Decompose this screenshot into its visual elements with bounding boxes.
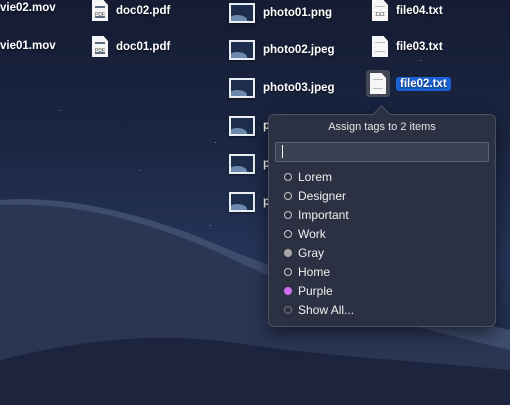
file-label: file03.txt (396, 40, 443, 53)
tag-item-important[interactable]: Important (269, 205, 495, 224)
file-label: vie02.mov (0, 2, 56, 14)
file-photo02[interactable]: photo02.jpeg (229, 40, 335, 60)
file-label: doc01.pdf (116, 40, 171, 53)
tag-color-dot-icon (284, 248, 292, 257)
file-label: photo01.png (263, 7, 332, 19)
file-label: vie01.mov (0, 40, 56, 52)
tag-label: Purple (298, 283, 333, 298)
show-all-label: Show All... (298, 302, 355, 317)
file-photo06[interactable]: p (229, 192, 270, 212)
tag-list: Lorem Designer Important Work Gray Home … (269, 167, 495, 319)
image-thumbnail-icon (229, 116, 255, 136)
tags-popover: Assign tags to 2 items Lorem Designer Im… (268, 114, 496, 327)
image-thumbnail-icon (229, 3, 255, 23)
tag-input[interactable] (282, 145, 484, 159)
file-photo01[interactable]: photo01.png (229, 3, 332, 23)
tag-label: Designer (298, 188, 347, 203)
tag-item-work[interactable]: Work (269, 224, 495, 243)
tag-circle-icon (284, 229, 292, 238)
tag-label: Home (298, 264, 331, 279)
text-caret (282, 145, 283, 158)
tag-label: Work (298, 226, 326, 241)
tag-circle-icon (284, 210, 292, 219)
tag-circle-icon (284, 172, 292, 181)
tag-label: Important (298, 207, 349, 222)
file-label-selected: file02.txt (396, 76, 451, 91)
file-movie01[interactable]: vie01.mov (0, 40, 56, 52)
tag-item-gray[interactable]: Gray (269, 243, 495, 262)
image-thumbnail-icon (229, 154, 255, 174)
tag-label: Lorem (298, 169, 333, 184)
tag-circle-icon (284, 267, 292, 276)
tag-item-lorem[interactable]: Lorem (269, 167, 495, 186)
pdf-file-icon: PDF (92, 36, 108, 57)
file-label: photo02.jpeg (263, 44, 335, 56)
file-file03[interactable]: file03.txt (372, 36, 443, 57)
tag-label: Gray (298, 245, 325, 260)
file-label: doc02.pdf (116, 4, 171, 17)
file-doc02[interactable]: PDF doc02.pdf (92, 0, 170, 21)
file-photo05[interactable]: p (229, 154, 270, 174)
image-thumbnail-icon (229, 78, 255, 98)
tag-input-field[interactable] (275, 142, 489, 162)
tag-circle-icon (284, 305, 292, 314)
file-label: file04.txt (396, 4, 443, 17)
tag-circle-icon (284, 191, 292, 200)
show-all-tags[interactable]: Show All... (269, 300, 495, 319)
file-selection-highlight (366, 70, 390, 97)
file-photo03[interactable]: photo03.jpeg (229, 78, 335, 98)
file-file02[interactable]: file02.txt (366, 70, 451, 97)
file-file04[interactable]: TXT file04.txt (372, 0, 443, 21)
image-thumbnail-icon (229, 192, 255, 212)
tag-color-dot-icon (284, 286, 292, 295)
file-photo04[interactable]: p (229, 116, 270, 136)
tag-item-designer[interactable]: Designer (269, 186, 495, 205)
text-file-icon (372, 36, 388, 57)
file-label: photo03.jpeg (263, 82, 335, 94)
popover-title: Assign tags to 2 items (328, 121, 436, 133)
tag-item-purple[interactable]: Purple (269, 281, 495, 300)
tag-item-home[interactable]: Home (269, 262, 495, 281)
text-file-icon: TXT (372, 0, 388, 21)
file-movie02[interactable]: vie02.mov (0, 2, 56, 14)
text-file-icon (370, 73, 386, 94)
file-doc01[interactable]: PDF doc01.pdf (92, 36, 170, 57)
image-thumbnail-icon (229, 40, 255, 60)
pdf-file-icon: PDF (92, 0, 108, 21)
